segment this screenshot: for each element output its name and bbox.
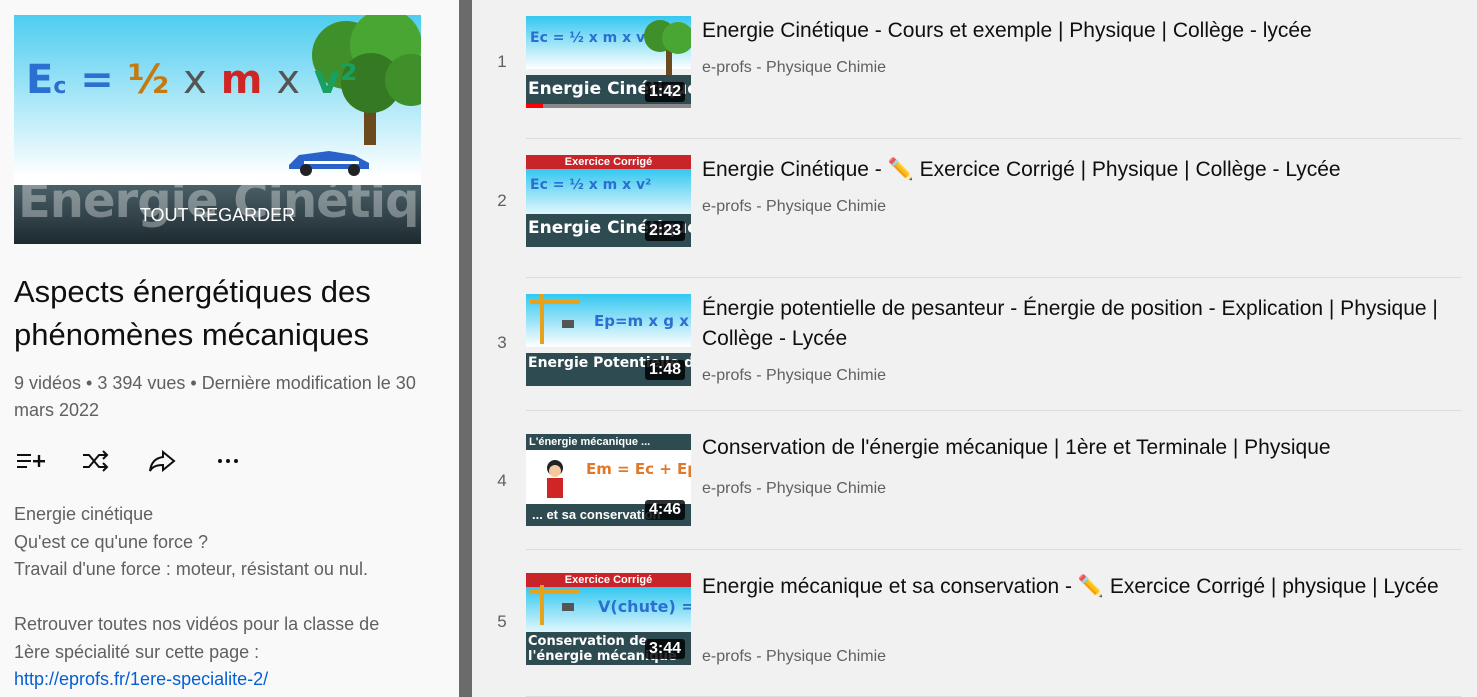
save-to-playlist-icon[interactable]	[14, 445, 46, 477]
thumb-header: Exercice Corrigé	[526, 155, 691, 169]
playlist-title: Aspects énergétiques des phénomènes méca…	[14, 274, 371, 352]
playlist-header-panel: Ec = ½ x m x v² Energie Cinétique TOUT R…	[0, 0, 459, 697]
description-line: Energie cinétique	[14, 504, 154, 524]
crane-illustration	[530, 585, 580, 625]
thumb-caption: ... et sa conservation	[532, 507, 661, 522]
video-thumbnail[interactable]: Exercice Corrigé Ec = ½ x m x v² Energie…	[526, 155, 691, 247]
playlist-actions	[14, 445, 274, 479]
video-index: 4	[497, 471, 507, 490]
video-list-item[interactable]: 3 Ep=m x g x z Energie Potentielle de pe…	[472, 278, 1477, 411]
watch-progress-bar	[526, 104, 691, 108]
video-duration: 1:48	[644, 360, 685, 380]
playlist-meta: 9 vidéos • 3 394 vues • Dernière modific…	[14, 373, 416, 420]
panel-divider	[459, 0, 472, 697]
video-duration: 2:23	[644, 221, 685, 241]
description-line: Retrouver toutes nos vidéos pour la clas…	[14, 614, 380, 634]
thumbnail-formula: Ec = ½ x m x v²	[26, 57, 358, 103]
video-index: 3	[497, 333, 507, 352]
car-illustration	[289, 151, 369, 176]
share-icon[interactable]	[146, 445, 178, 477]
video-thumbnail[interactable]: Exercice Corrigé V(chute) = ? Conservati…	[526, 573, 691, 665]
playlist-thumbnail[interactable]: Ec = ½ x m x v² Energie Cinétique TOUT R…	[14, 15, 421, 244]
video-title[interactable]: Conservation de l'énergie mécanique | 1è…	[702, 433, 1467, 463]
thumb-formula: Ec = ½ x m x v²	[530, 30, 652, 46]
character-illustration	[547, 460, 563, 498]
video-duration: 3:44	[644, 639, 685, 659]
tree-illustration	[644, 20, 691, 76]
thumb-formula: Em = Ec + Ep	[586, 460, 691, 478]
video-index: 2	[497, 191, 507, 210]
video-title[interactable]: Energie Cinétique - ✏️ Exercice Corrigé …	[702, 155, 1467, 185]
video-list: 1 Ec = ½ x m x v² Energie Cinétique 1:42…	[472, 0, 1477, 697]
video-thumbnail[interactable]: Ec = ½ x m x v² Energie Cinétique 1:42	[526, 16, 691, 108]
video-list-item[interactable]: 1 Ec = ½ x m x v² Energie Cinétique 1:42…	[472, 0, 1477, 139]
description-line: Qu'est ce qu'une force ?	[14, 531, 208, 552]
video-list-item[interactable]: 5 Exercice Corrigé V(chute) = ? Conserva…	[472, 550, 1477, 697]
video-channel[interactable]: e-profs - Physique Chimie	[702, 367, 886, 385]
video-thumbnail[interactable]: Ep=m x g x z Energie Potentielle de pesa…	[526, 294, 691, 386]
shuffle-icon[interactable]	[80, 445, 112, 477]
video-channel[interactable]: e-profs - Physique Chimie	[702, 59, 886, 77]
more-icon[interactable]	[212, 445, 244, 477]
video-title[interactable]: Énergie potentielle de pesanteur - Énerg…	[702, 294, 1467, 354]
description-line: Travail d'une force : moteur, résistant …	[14, 559, 368, 579]
playlist-description: Energie cinétique Qu'est ce qu'une force…	[14, 501, 444, 694]
video-channel[interactable]: e-profs - Physique Chimie	[702, 648, 886, 666]
video-list-item[interactable]: 2 Exercice Corrigé Ec = ½ x m x v² Energ…	[472, 139, 1477, 278]
thumb-formula: V(chute) = ?	[598, 597, 691, 616]
description-link[interactable]: http://eprofs.fr/1ere-specialite-2/	[14, 669, 268, 689]
crane-illustration	[530, 294, 580, 344]
video-duration: 4:46	[644, 500, 685, 520]
description-line: 1ère spécialité sur cette page :	[14, 641, 260, 662]
video-list-item[interactable]: 4 L'énergie mécanique ... Em = Ec + Ep .…	[472, 411, 1477, 550]
video-index: 1	[497, 52, 507, 71]
watch-progress-fill	[526, 104, 543, 108]
thumb-formula: Ec = ½ x m x v²	[530, 177, 652, 193]
video-title[interactable]: Energie Cinétique - Cours et exemple | P…	[702, 16, 1467, 46]
video-thumbnail[interactable]: L'énergie mécanique ... Em = Ec + Ep ...…	[526, 434, 691, 526]
play-all-button[interactable]: TOUT REGARDER	[14, 205, 421, 226]
thumb-header: L'énergie mécanique ...	[526, 434, 691, 450]
video-duration: 1:42	[644, 82, 685, 102]
video-channel[interactable]: e-profs - Physique Chimie	[702, 198, 886, 216]
thumb-formula: Ep=m x g x z	[594, 312, 691, 330]
video-index: 5	[497, 612, 507, 631]
video-channel[interactable]: e-profs - Physique Chimie	[702, 480, 886, 498]
video-title[interactable]: Energie mécanique et sa conservation - ✏…	[702, 572, 1467, 602]
